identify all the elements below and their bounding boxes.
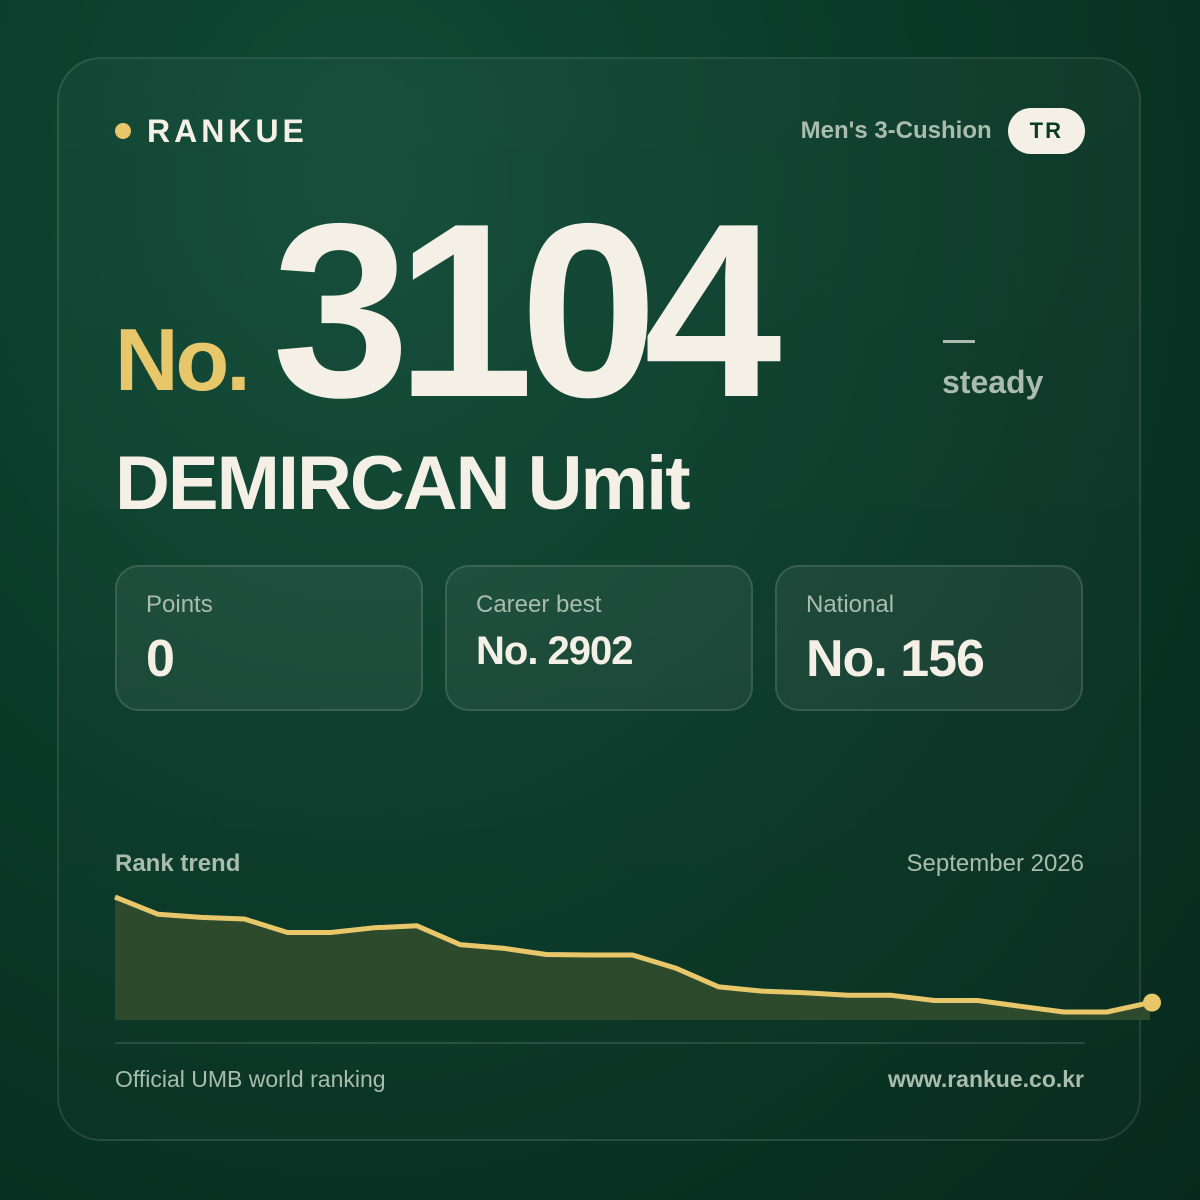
footer-source: Official UMB world ranking: [115, 1066, 386, 1092]
stat-points: Points 0: [115, 565, 423, 711]
stat-national: National No. 156: [775, 565, 1083, 711]
stat-career-best: Career best No. 2902: [445, 565, 753, 711]
rank-prefix: No.: [115, 310, 251, 409]
header-meta: Men's 3-Cushion TR: [801, 108, 1085, 154]
rank-trend-chart: [114, 894, 1161, 1020]
footer-divider: [115, 1042, 1085, 1044]
brand: RANKUE: [115, 112, 308, 150]
brand-name: RANKUE: [147, 112, 308, 149]
rank-trend-date: September 2026: [906, 850, 1084, 877]
player-name: DEMIRCAN Umit: [115, 441, 691, 526]
discipline-label: Men's 3-Cushion: [800, 117, 992, 144]
brand-dot-icon: [115, 123, 131, 139]
stat-value: 0: [146, 630, 175, 688]
stat-value: No. 156: [806, 630, 985, 688]
stat-label: National: [806, 591, 895, 618]
stat-value: No. 2902: [476, 629, 634, 673]
footer-website[interactable]: www.rankue.co.kr: [888, 1066, 1084, 1093]
trend-current-point: [1143, 993, 1161, 1012]
stat-label: Points: [146, 591, 213, 618]
rank-number: 3104: [272, 171, 782, 449]
rank-trend-title: Rank trend: [115, 850, 241, 877]
stat-label: Career best: [476, 591, 602, 618]
dash-icon: [943, 340, 975, 343]
rank-trend-status: steady: [942, 364, 1044, 400]
country-badge: TR: [1007, 108, 1085, 154]
